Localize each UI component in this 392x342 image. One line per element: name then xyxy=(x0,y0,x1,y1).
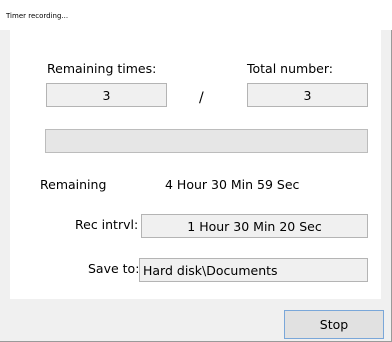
save-to-label: Save to: xyxy=(88,261,140,276)
remaining-label: Remaining xyxy=(40,177,107,192)
timer-recording-window: Timer recording... Remaining times: 3 / … xyxy=(0,0,392,342)
recording-progress-bar xyxy=(45,129,368,153)
remaining-time-value: 4 Hour 30 Min 59 Sec xyxy=(165,177,300,192)
remaining-times-label: Remaining times: xyxy=(47,61,157,76)
total-number-label: Total number: xyxy=(247,61,333,76)
count-separator: / xyxy=(199,90,204,106)
save-to-path: Hard disk\Documents xyxy=(139,258,368,282)
stop-button[interactable]: Stop xyxy=(284,310,384,339)
rec-interval-value: 1 Hour 30 Min 20 Sec xyxy=(141,214,368,238)
remaining-times-value: 3 xyxy=(46,83,167,107)
window-title: Timer recording... xyxy=(6,12,69,20)
title-bar[interactable]: Timer recording... xyxy=(0,0,392,30)
total-number-value: 3 xyxy=(247,83,368,107)
rec-interval-label: Rec intrvl: xyxy=(75,217,139,232)
